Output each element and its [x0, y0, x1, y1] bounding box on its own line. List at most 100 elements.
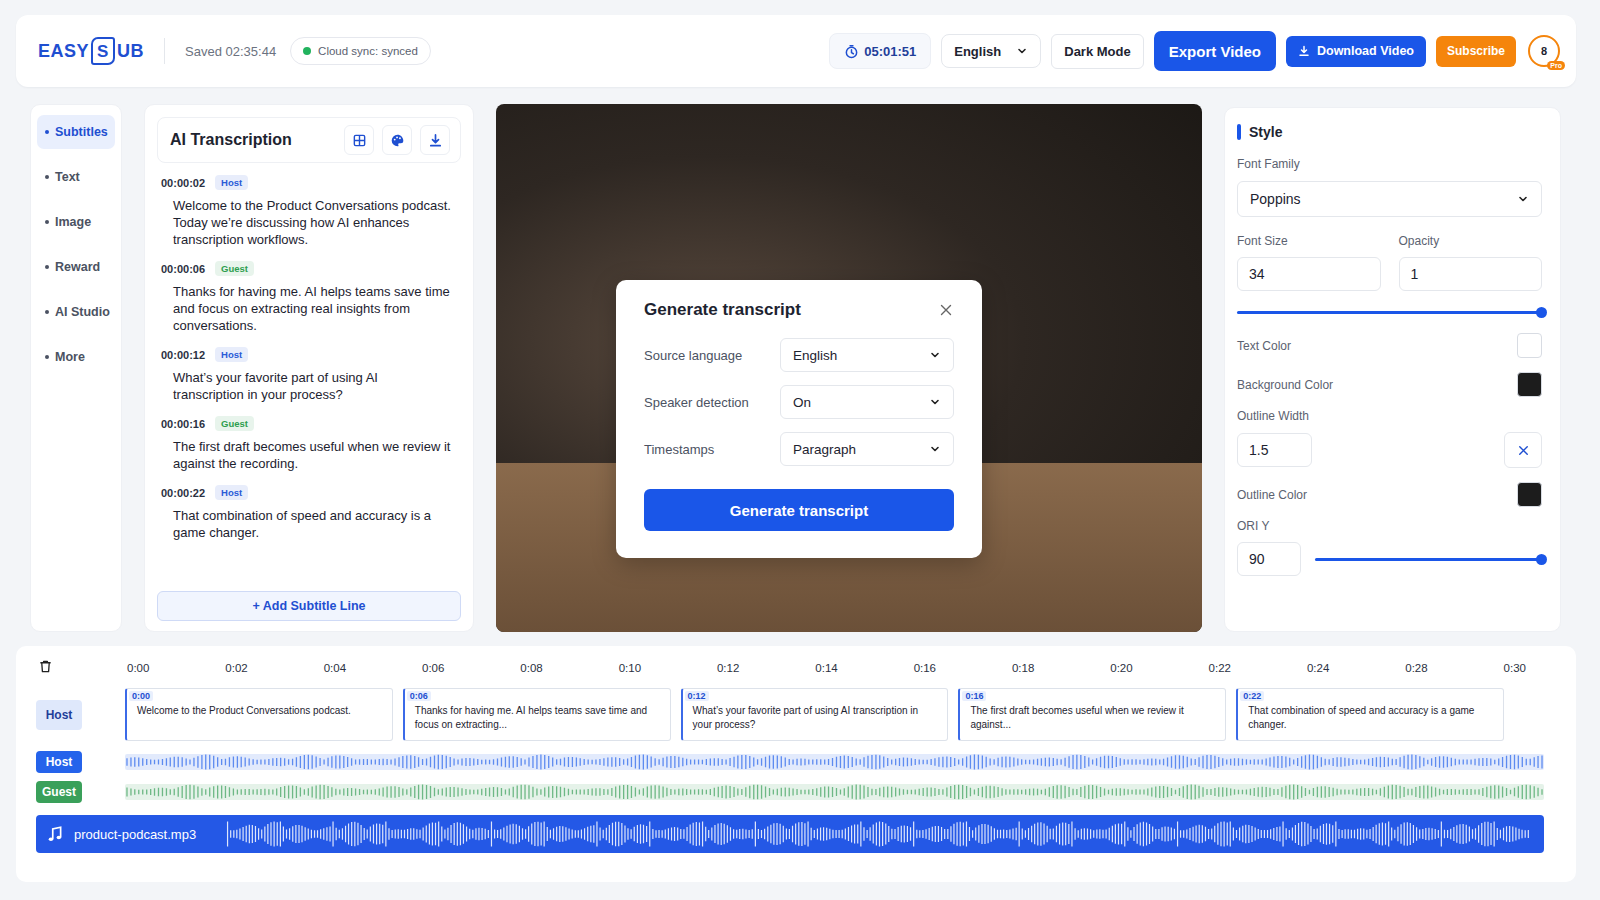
bullet-icon — [45, 265, 49, 269]
slider-fill — [1315, 558, 1542, 561]
text-color-row: Text Color — [1237, 333, 1542, 358]
color-swatch[interactable] — [1517, 372, 1542, 397]
panel-title: AI Transcription — [170, 131, 292, 149]
select-value: Paragraph — [793, 442, 856, 457]
audio-track[interactable]: product-podcast.mp3 — [36, 815, 1544, 853]
bullet-icon — [45, 355, 49, 359]
track-label: Host — [36, 751, 82, 773]
subtitle-clip[interactable]: 0:12What’s your favorite part of using A… — [681, 688, 949, 741]
logo-mark: S — [91, 37, 115, 65]
nav-item[interactable]: Reward — [37, 250, 115, 284]
nav-item[interactable]: Image — [37, 205, 115, 239]
button-label: Dark Mode — [1064, 44, 1130, 59]
transcription-panel: AI Transcription 00:00:02HostWelcome to t… — [144, 104, 474, 632]
select-value: English — [793, 348, 837, 363]
ruler-row: 0:000:020:040:060:080:100:120:140:160:18… — [36, 654, 1544, 682]
header-button[interactable]: Export Video — [1154, 31, 1276, 71]
ruler-tick: 0:12 — [717, 662, 739, 674]
style-panel: StyleFont FamilyPoppinsFont Size34Opacit… — [1224, 107, 1561, 632]
close-icon[interactable] — [938, 302, 954, 318]
nav-label: Text — [55, 170, 80, 184]
audio-filename: product-podcast.mp3 — [74, 827, 196, 842]
header-button[interactable]: Download Video — [1286, 36, 1426, 67]
transcript-line[interactable]: 00:00:22HostThat combination of speed an… — [161, 485, 457, 541]
dialog-header: Generate transcript — [644, 300, 954, 320]
speaker-badge: Host — [215, 175, 248, 190]
speaker-badge: Guest — [215, 261, 254, 276]
button-label: Download Video — [1317, 44, 1414, 58]
clip-text: What’s your favorite part of using AI tr… — [693, 704, 940, 732]
color-swatch[interactable] — [1517, 482, 1542, 507]
avatar[interactable]: 8Pro — [1528, 35, 1560, 67]
waveform-band[interactable] — [125, 754, 1544, 770]
subtitle-clip[interactable]: 0:16The first draft becomes useful when … — [958, 688, 1226, 741]
header-button[interactable]: Subscribe — [1436, 36, 1516, 67]
voice-track: Host — [36, 751, 1544, 771]
transcript-line[interactable]: 00:00:12HostWhat’s your favorite part of… — [161, 347, 457, 403]
outline-width-input[interactable]: 1.5 — [1237, 433, 1312, 467]
generate-button[interactable]: Generate transcript — [644, 489, 954, 531]
nav-label: Reward — [55, 260, 100, 274]
ruler-tick: 0:06 — [422, 662, 444, 674]
field-select[interactable]: On — [780, 385, 954, 419]
transcript-line[interactable]: 00:00:16GuestThe first draft becomes use… — [161, 416, 457, 472]
layout-button[interactable] — [344, 125, 374, 155]
outline-color-row: Outline Color — [1237, 482, 1542, 507]
color-swatch[interactable] — [1517, 333, 1542, 358]
font-family-select[interactable]: Poppins — [1237, 181, 1542, 217]
nav-item[interactable]: Text — [37, 160, 115, 194]
ruler-tools — [36, 659, 125, 678]
track-label: Host — [36, 700, 82, 730]
transcript-line[interactable]: 00:00:06GuestThanks for having me. AI he… — [161, 261, 457, 334]
header-button[interactable]: Dark Mode — [1051, 34, 1143, 69]
sync-dot-icon — [303, 47, 311, 55]
ruler-tick: 0:24 — [1307, 662, 1329, 674]
language-select[interactable]: English — [941, 34, 1041, 68]
ruler-tick: 0:18 — [1012, 662, 1034, 674]
trash-icon[interactable] — [38, 659, 53, 674]
timer: 05:01:51 — [829, 33, 931, 69]
ruler-tick: 0:08 — [520, 662, 542, 674]
line-text: What’s your favorite part of using AI tr… — [161, 362, 457, 403]
line-text: The first draft becomes useful when we r… — [161, 431, 457, 472]
nav-item[interactable]: AI Studio — [37, 295, 115, 329]
waveform-band[interactable] — [125, 784, 1544, 800]
font-size-input[interactable]: 34 — [1237, 257, 1381, 291]
field-select[interactable]: English — [780, 338, 954, 372]
transcript-list: 00:00:02HostWelcome to the Product Conve… — [157, 175, 461, 541]
slider-thumb[interactable] — [1536, 554, 1547, 565]
theme-button[interactable] — [382, 125, 412, 155]
slider-thumb[interactable] — [1536, 307, 1547, 318]
select-value: Poppins — [1250, 191, 1301, 207]
size-slider[interactable] — [1237, 305, 1542, 319]
ori-y-slider[interactable] — [1315, 552, 1542, 566]
bullet-icon — [45, 130, 49, 134]
ruler-tick: 0:00 — [127, 662, 149, 674]
download-icon — [1298, 45, 1310, 57]
font-size-field: Font Size34 — [1237, 234, 1381, 291]
nav-item[interactable]: More — [37, 340, 115, 374]
nav-label: Image — [55, 215, 91, 229]
opacity-input[interactable]: 1 — [1399, 257, 1543, 291]
field-label: Outline Color — [1237, 488, 1307, 502]
ori-y-input[interactable]: 90 — [1237, 542, 1301, 576]
dialog-field: Speaker detectionOn — [644, 385, 954, 419]
subtitle-clip[interactable]: 0:00Welcome to the Product Conversations… — [125, 688, 393, 741]
sync-label: Cloud sync: synced — [318, 45, 418, 57]
clear-outline-button[interactable] — [1504, 432, 1542, 468]
subtitle-clip[interactable]: 0:06Thanks for having me. AI helps teams… — [403, 688, 671, 741]
line-meta: 00:00:06Guest — [161, 261, 457, 276]
transcription-header: AI Transcription — [157, 117, 461, 163]
transcript-line[interactable]: 00:00:02HostWelcome to the Product Conve… — [161, 175, 457, 248]
nav-label: AI Studio — [55, 305, 110, 319]
nav-item[interactable]: Subtitles — [37, 115, 115, 149]
button-label: Subscribe — [1447, 44, 1505, 58]
field-label: Background Color — [1237, 378, 1333, 392]
export-transcript-button[interactable] — [420, 125, 450, 155]
add-subtitle-button[interactable]: + Add Subtitle Line — [157, 591, 461, 621]
field-select[interactable]: Paragraph — [780, 432, 954, 466]
subtitle-clip[interactable]: 0:22That combination of speed and accura… — [1236, 688, 1504, 741]
voice-track: Guest — [36, 781, 1544, 801]
palette-icon — [390, 133, 405, 148]
logo[interactable]: EASYSUB — [38, 37, 144, 65]
